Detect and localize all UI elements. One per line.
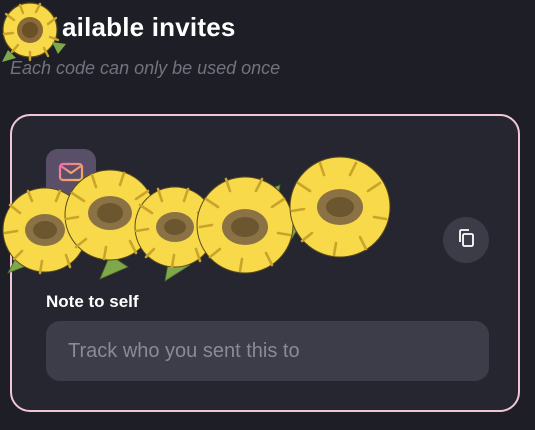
sunflower-sticker-corner xyxy=(2,2,66,62)
note-to-self-input[interactable] xyxy=(46,321,489,381)
invites-page: ailable invites Each code can only be us… xyxy=(0,0,535,430)
available-invites-title: ailable invites xyxy=(62,12,236,42)
sunflower-garland-sticker xyxy=(2,156,391,282)
note-to-self-label: Note to self xyxy=(46,292,139,311)
copy-code-button[interactable] xyxy=(443,217,489,263)
copy-icon xyxy=(456,228,476,253)
